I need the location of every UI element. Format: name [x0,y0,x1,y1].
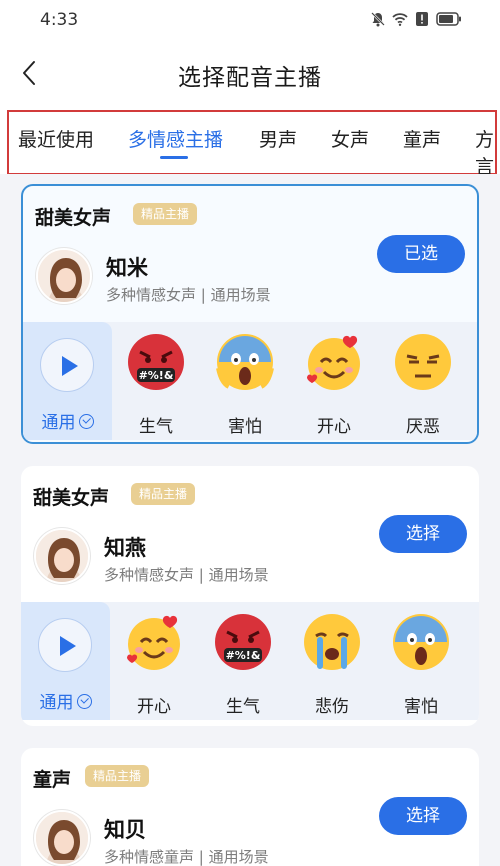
emotion-label: 害怕 [404,697,438,717]
disgust-face-icon [395,334,451,390]
tab-male[interactable]: 男声 [259,125,297,152]
avatar [34,810,90,866]
emotion-label: 生气 [139,417,173,437]
selected-button[interactable]: 已选 [377,235,465,273]
voice-card[interactable]: 甜美女声 精品主播 知燕 多种情感女声 | 通用场景 选择 通用 开心 #%!& [21,466,479,726]
tab-child[interactable]: 童声 [403,125,441,152]
general-label: 通用 [21,688,110,713]
scared-face-icon [393,614,449,670]
tab-female[interactable]: 女声 [331,125,369,152]
voice-description: 多种情感女声 | 通用场景 [106,286,271,304]
select-button[interactable]: 选择 [379,515,467,553]
battery-icon [436,12,461,26]
category-tabs: 最近使用 多情感主播 男声 女声 童声 方言 [0,106,500,178]
alert-icon [416,12,428,26]
voice-list: 甜美女声 精品主播 知米 多种情感女声 | 通用场景 已选 通用 #%!& 生气 [0,174,500,866]
angry-face-icon: #%!& [128,334,184,390]
play-icon[interactable] [38,618,92,672]
tab-dialect[interactable]: 方言 [475,125,500,179]
general-label-text: 通用 [41,413,76,433]
emotion-strip: 通用 开心 #%!& 生气 悲伤 害怕 [21,602,479,720]
emotion-item[interactable]: 开心 [299,332,369,437]
scared-face-icon [216,334,274,390]
general-emotion[interactable]: 通用 [23,322,112,440]
general-label-text: 通用 [39,693,74,713]
tab-recent[interactable]: 最近使用 [18,125,94,152]
voice-name: 知贝 [104,818,146,842]
premium-badge: 精品主播 [131,483,196,505]
card-title: 甜美女声 [33,487,110,509]
emotion-label: 开心 [317,417,351,437]
svg-text:#%!&: #%!& [139,369,174,382]
emotion-item[interactable]: 厌恶 [388,332,458,437]
emotion-item[interactable]: 悲伤 [297,612,367,717]
active-tab-indicator [160,156,188,159]
emotion-item[interactable]: 害怕 [386,612,456,717]
voice-card[interactable]: 甜美女声 精品主播 知米 多种情感女声 | 通用场景 已选 通用 #%!& 生气 [21,184,479,444]
bell-muted-icon [371,12,385,27]
play-icon[interactable] [40,338,94,392]
svg-text:#%!&: #%!& [226,649,261,662]
nav-bar: 选择配音主播 [0,40,500,106]
angry-face-icon: #%!& [215,614,271,670]
emotion-label: 害怕 [228,417,262,437]
card-title: 甜美女声 [35,207,112,229]
crying-face-icon [304,614,360,670]
avatar [34,528,90,584]
select-button[interactable]: 选择 [379,797,467,835]
general-label: 通用 [23,408,112,433]
emotion-item[interactable]: 害怕 [210,332,280,437]
tab-multi-emotion[interactable]: 多情感主播 [128,125,223,152]
status-icons [370,11,462,27]
happy-face-icon [127,615,180,670]
check-circle-icon [76,694,92,709]
status-time: 4:33 [40,10,79,30]
emotion-label: 开心 [137,697,171,717]
emotion-label: 悲伤 [315,697,349,717]
premium-badge: 精品主播 [85,765,150,787]
screen: 4:33 选择配音主播 最近使用 多情感主播 男声 女声 童声 方言 甜美女声 … [0,0,500,866]
voice-name: 知燕 [104,536,146,560]
wifi-icon [392,13,408,26]
status-bar: 4:33 [0,0,500,40]
general-emotion[interactable]: 通用 [21,602,110,720]
check-circle-icon [78,414,94,429]
voice-description: 多种情感童声 | 通用场景 [104,848,269,866]
emotion-label: 生气 [226,697,260,717]
card-title: 童声 [33,769,72,791]
emotion-item[interactable]: #%!& 生气 [208,612,278,717]
avatar [36,248,92,304]
happy-face-icon [307,335,360,390]
voice-description: 多种情感女声 | 通用场景 [104,566,269,584]
voice-name: 知米 [106,256,148,280]
emotion-item[interactable]: 开心 [119,612,189,717]
emotion-strip: 通用 #%!& 生气 害怕 开心 厌恶 [23,322,477,440]
emotion-item[interactable]: #%!& 生气 [121,332,191,437]
voice-card[interactable]: 童声 精品主播 知贝 多种情感童声 | 通用场景 选择 [21,748,479,866]
page-title: 选择配音主播 [178,65,322,91]
premium-badge: 精品主播 [133,203,198,225]
emotion-label: 厌恶 [406,417,440,437]
